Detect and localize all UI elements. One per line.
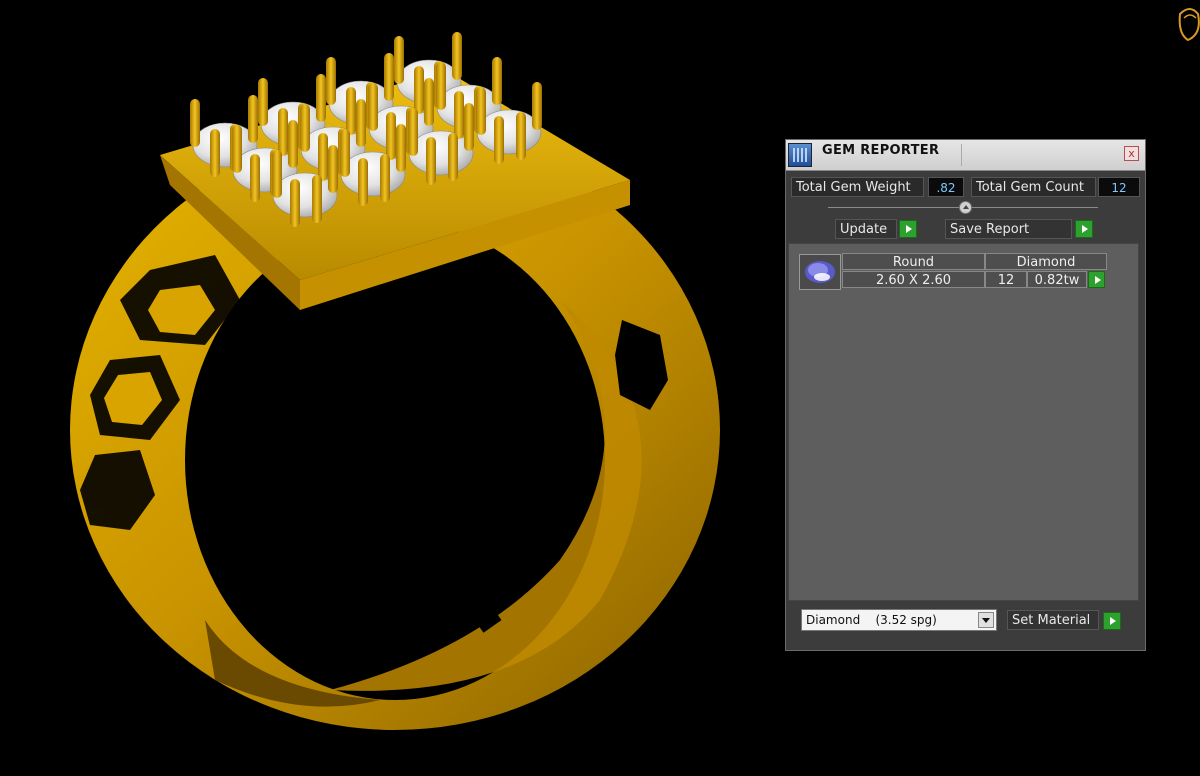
gem-prong	[424, 78, 434, 126]
gem-prong	[210, 129, 220, 177]
gem-prong	[328, 145, 338, 193]
gem-reporter-app-icon	[788, 143, 812, 167]
gem-prong	[516, 112, 526, 160]
gem-prong	[368, 83, 378, 131]
gem-prong	[492, 57, 502, 105]
titlebar-divider	[961, 144, 962, 166]
gem-prong	[300, 104, 310, 152]
total-gem-weight-label: Total Gem Weight	[791, 177, 924, 197]
gem-prong	[340, 129, 350, 177]
gem-prong	[258, 78, 268, 126]
diamond-gem	[340, 151, 406, 197]
gem-row-run-icon[interactable]	[1088, 271, 1105, 288]
round-gem-icon	[805, 261, 835, 283]
diamond-gem	[272, 172, 338, 218]
gem-shape-thumbnail[interactable]	[799, 254, 841, 290]
gem-prong	[326, 57, 336, 105]
gem-prong	[454, 91, 464, 139]
gem-prong	[316, 74, 326, 122]
gem-prong	[386, 112, 396, 160]
save-report-button[interactable]: Save Report	[945, 219, 1072, 239]
gem-prong	[384, 53, 394, 101]
diamond-gem	[476, 109, 542, 155]
gem-prong	[426, 137, 436, 185]
gem-prong	[532, 82, 542, 130]
gem-prong	[290, 179, 300, 227]
gem-prong	[272, 150, 282, 198]
update-button[interactable]: Update	[835, 219, 897, 239]
view-orientation-icon[interactable]	[1176, 4, 1200, 44]
gem-prong	[278, 108, 288, 156]
gem-shape-cell: Round	[842, 253, 985, 270]
gem-prong	[408, 108, 418, 156]
gem-prong	[380, 154, 390, 202]
total-gem-count-value: 12	[1098, 177, 1140, 197]
total-gem-count-label: Total Gem Count	[971, 177, 1096, 197]
total-gem-weight-value: .82	[928, 177, 964, 197]
gem-prong	[312, 175, 322, 223]
gem-reporter-titlebar[interactable]: GEM REPORTER x	[786, 140, 1145, 171]
gem-prong	[248, 95, 258, 143]
gem-prong	[358, 158, 368, 206]
gem-size-cell: 2.60 X 2.60	[842, 271, 985, 288]
gem-prong	[448, 133, 458, 181]
gem-count-cell: 12	[985, 271, 1027, 288]
gem-reporter-panel: GEM REPORTER x Total Gem Weight .82 Tota…	[785, 139, 1146, 651]
save-report-run-icon[interactable]	[1075, 220, 1093, 238]
material-name: Diamond	[806, 613, 861, 627]
gem-weight-cell: 0.82tw	[1027, 271, 1087, 288]
gem-prong	[318, 133, 328, 181]
material-dropdown[interactable]: Diamond (3.52 spg)	[801, 609, 997, 631]
set-material-run-icon[interactable]	[1103, 612, 1121, 630]
gem-list: Round Diamond 2.60 X 2.60 12 0.82tw	[788, 243, 1139, 601]
gem-prong	[190, 99, 200, 147]
gem-prong	[414, 66, 424, 114]
diamond-gem	[408, 130, 474, 176]
close-icon[interactable]: x	[1124, 146, 1139, 161]
gem-material-cell: Diamond	[985, 253, 1107, 270]
gem-prong	[436, 62, 446, 110]
gem-prong	[346, 87, 356, 135]
gem-reporter-title: GEM REPORTER	[822, 143, 940, 158]
update-run-icon[interactable]	[899, 220, 917, 238]
material-spg: (3.52 spg)	[875, 613, 937, 627]
gem-prong	[288, 120, 298, 168]
gem-prong	[452, 32, 462, 80]
gem-prong	[232, 125, 242, 173]
set-material-button[interactable]: Set Material	[1007, 610, 1099, 630]
gem-prong	[250, 154, 260, 202]
gem-prong	[476, 87, 486, 135]
gem-prong	[356, 99, 366, 147]
gem-prong	[396, 124, 406, 172]
panel-splitter-handle[interactable]	[959, 201, 972, 214]
chevron-down-icon[interactable]	[978, 612, 994, 628]
gem-prong	[394, 36, 404, 84]
gem-prong	[464, 103, 474, 151]
gem-prong	[494, 116, 504, 164]
